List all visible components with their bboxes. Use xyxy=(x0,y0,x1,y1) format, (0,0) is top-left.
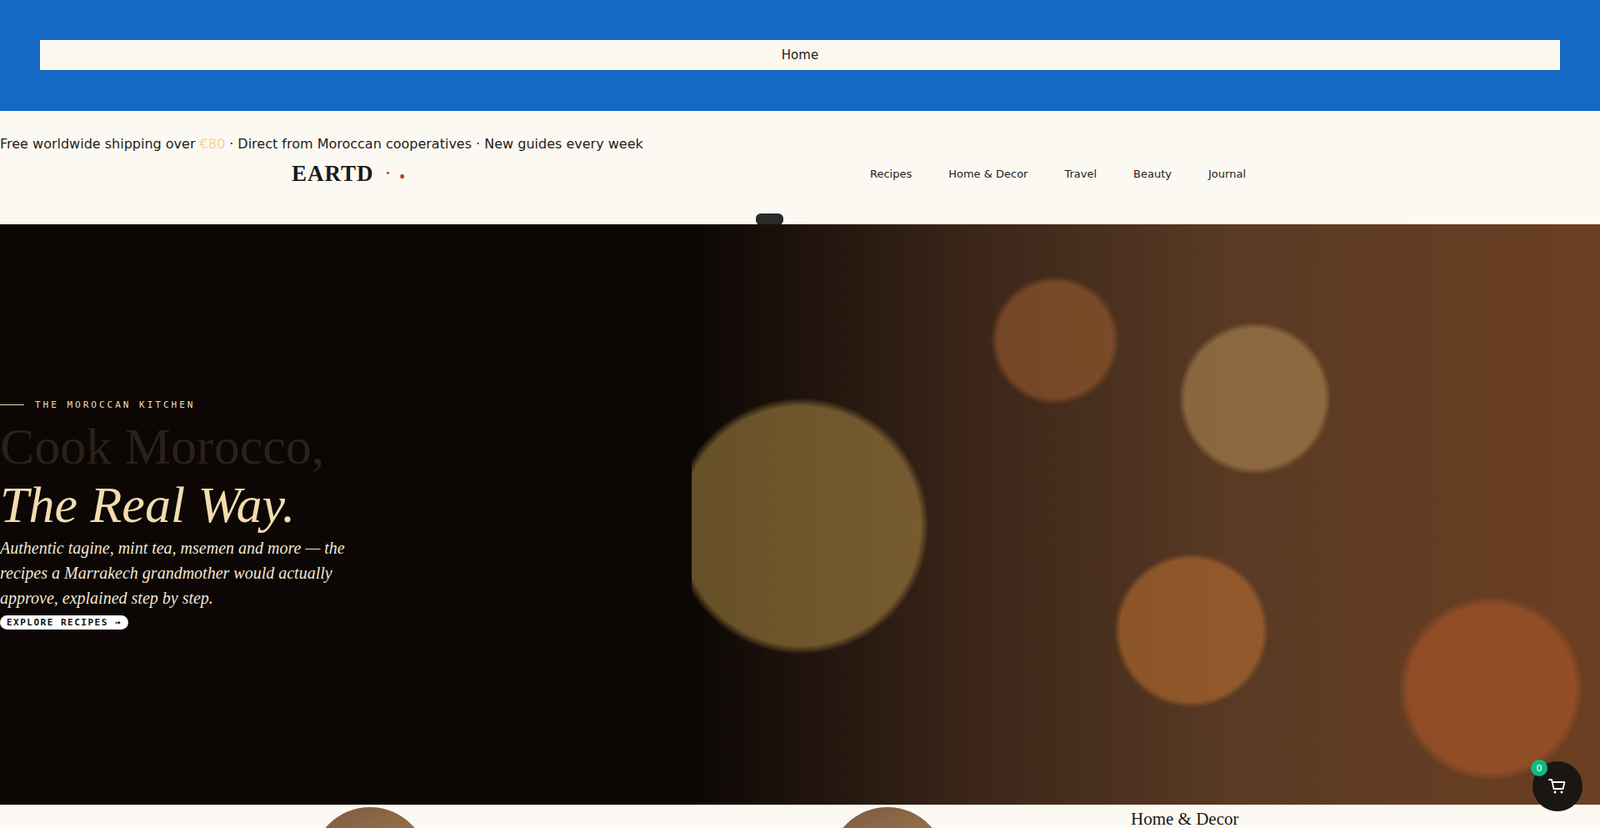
nav-item[interactable]: Beauty xyxy=(1133,167,1172,180)
hero-title: Cook Morocco, xyxy=(0,418,692,474)
nav-item[interactable]: Travel xyxy=(1064,167,1097,180)
eyebrow-line xyxy=(0,404,25,405)
header-row: EARTD·•RecipesHome & DecorTravelBeautyJo… xyxy=(0,154,1600,193)
home-link[interactable]: Home xyxy=(40,40,1560,70)
logo-mark: • xyxy=(400,168,406,186)
hero: THE MOROCCAN KITCHEN Cook Morocco,The Rea… xyxy=(0,224,1600,805)
cart-button[interactable]: 0 xyxy=(1532,760,1583,811)
hero-photo xyxy=(691,224,1600,805)
site-header: Free worldwide shipping over €80 · Direc… xyxy=(0,110,1600,225)
nav-item[interactable]: Home & Decor xyxy=(948,167,1028,180)
main-nav: Recipes Home & Decor Travel Beauty Journal xyxy=(870,167,1246,180)
category-strip: Home & Decor xyxy=(0,804,1600,828)
category-card[interactable] xyxy=(0,804,740,828)
hero-description: Authentic tagine, mint tea, msemen and m… xyxy=(0,535,350,610)
hero-subtitle: The Real Way. xyxy=(0,476,692,532)
shipping-threshold: €80 xyxy=(200,135,226,152)
nav-item[interactable]: Journal xyxy=(1208,167,1246,180)
category-image xyxy=(311,806,429,828)
nav-item[interactable]: Recipes xyxy=(870,167,912,180)
hero-eyebrow: THE MOROCCAN KITCHEN xyxy=(0,399,692,410)
logo-mark: · xyxy=(385,165,392,183)
category-card[interactable] xyxy=(740,804,1035,828)
pill-row xyxy=(0,192,1600,225)
category-image xyxy=(829,806,946,828)
top-bar: Home xyxy=(0,0,1600,111)
category-title: Home & Decor xyxy=(1130,804,1239,828)
cart-icon xyxy=(1547,775,1568,796)
announcement: Free worldwide shipping over €80 · Direc… xyxy=(0,134,1600,155)
page: Home Free worldwide shipping over €80 · D… xyxy=(0,0,1600,828)
cart-count-badge: 0 xyxy=(1530,759,1548,776)
toggle-pill[interactable] xyxy=(755,213,784,225)
category-card[interactable]: Home & Decor xyxy=(1035,804,1600,828)
logo[interactable]: EARTD·• xyxy=(291,160,406,187)
explore-button[interactable]: EXPLORE RECIPES → xyxy=(0,615,129,630)
hero-text: THE MOROCCAN KITCHEN Cook Morocco,The Rea… xyxy=(0,224,692,805)
